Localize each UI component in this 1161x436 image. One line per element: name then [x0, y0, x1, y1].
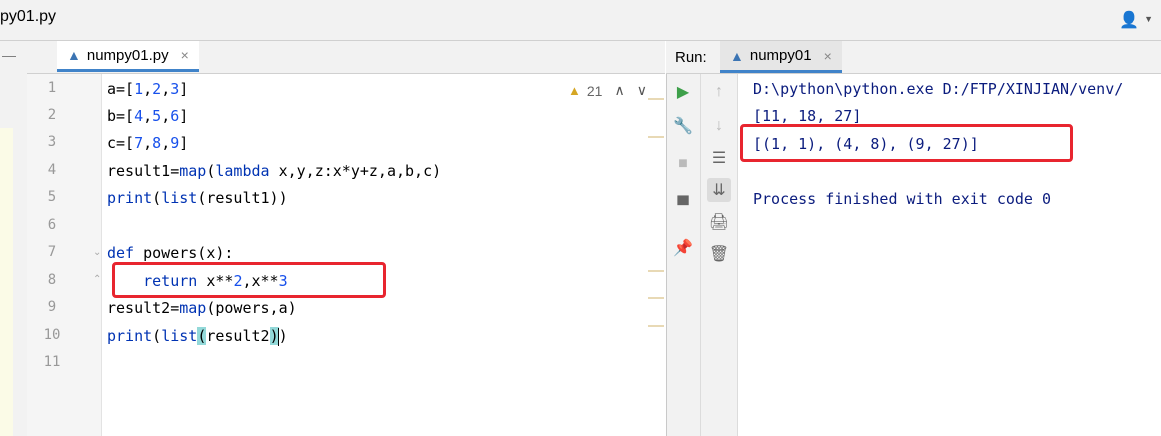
- line-number: 7: [47, 244, 57, 260]
- next-highlight-button[interactable]: ∨: [637, 82, 647, 99]
- scroll-marker[interactable]: [648, 98, 664, 100]
- line-number: 1: [47, 80, 57, 96]
- run-toolbar-primary: ▶ 🔧 ■ ▀ 📌: [667, 74, 701, 436]
- code-line-2: b=[4,5,6]: [107, 107, 189, 125]
- code-line-5: print(list(result1)): [107, 189, 288, 207]
- left-highlight-band: [0, 128, 13, 436]
- code-line-10: print(list(result2)): [107, 327, 288, 346]
- wrench-icon[interactable]: 🔧: [671, 114, 695, 138]
- output-line-1: [11, 18, 27]: [753, 107, 862, 125]
- code-line-9: result2=map(powers,a): [107, 299, 297, 317]
- line-number: 2: [47, 107, 57, 123]
- trash-icon[interactable]: 🗑: [707, 242, 731, 266]
- print-icon[interactable]: 🖨: [707, 210, 731, 234]
- warning-icon: ▲: [568, 83, 581, 98]
- title-bar: [0, 0, 1161, 41]
- code-line-3: c=[7,8,9]: [107, 134, 189, 152]
- line-number: 8: [47, 272, 57, 288]
- code-line-1: a=[1,2,3]: [107, 80, 189, 98]
- scroll-marker[interactable]: [648, 325, 664, 327]
- line-number: 4: [47, 162, 57, 178]
- line-number: 9: [47, 299, 57, 315]
- line-number: 3: [47, 134, 57, 150]
- annotation-box-return: [112, 262, 386, 298]
- scroll-marker[interactable]: [648, 297, 664, 299]
- run-label: Run:: [675, 49, 707, 66]
- soft-wrap-icon[interactable]: ☰: [707, 146, 731, 170]
- fold-end-icon[interactable]: ⌃: [93, 274, 101, 285]
- scroll-marker[interactable]: [648, 136, 664, 138]
- code-line-4: result1=map(lambda x,y,z:x*y+z,a,b,c): [107, 162, 442, 180]
- arrow-up-icon[interactable]: ↑: [707, 80, 731, 104]
- chevron-down-icon[interactable]: ▼: [1144, 14, 1153, 24]
- line-number: 6: [47, 217, 57, 233]
- annotation-box-output: [740, 124, 1073, 162]
- line-number: 11: [43, 354, 61, 370]
- python-icon: ▲: [730, 47, 744, 64]
- code-editor[interactable]: a=[1,2,3] b=[4,5,6] c=[7,8,9] result1=ma…: [102, 74, 665, 436]
- tab-numpy01-py[interactable]: ▲ numpy01.py ×: [57, 41, 199, 72]
- stop-icon[interactable]: ■: [671, 152, 695, 176]
- output-command: D:\python\python.exe D:/FTP/XINJIAN/venv…: [753, 80, 1124, 98]
- line-number: 10: [43, 327, 61, 343]
- navigation-file-title[interactable]: py01.py: [0, 8, 56, 26]
- tab-label: numpy01.py: [86, 46, 169, 64]
- warning-count: 21: [586, 82, 603, 99]
- scroll-to-end-icon[interactable]: ⇊: [707, 178, 731, 202]
- close-icon[interactable]: ×: [824, 48, 832, 64]
- python-file-icon: ▲: [67, 47, 81, 63]
- arrow-down-icon[interactable]: ↓: [707, 114, 731, 138]
- editor-tab-bar: ▲ numpy01.py ×: [27, 41, 665, 74]
- previous-highlight-button[interactable]: ∧: [614, 82, 624, 99]
- run-tab-numpy01[interactable]: ▲ numpy01 ×: [720, 41, 842, 73]
- pin-icon[interactable]: 📌: [671, 236, 695, 260]
- inspection-widget[interactable]: ▲ 21 ∧ ∨: [568, 82, 647, 99]
- layout-icon[interactable]: ▀: [671, 194, 695, 218]
- rerun-icon[interactable]: ▶: [671, 80, 695, 104]
- output-exit: Process finished with exit code 0: [753, 190, 1052, 208]
- run-tab-label: numpy01: [749, 47, 812, 64]
- collapse-icon[interactable]: —: [2, 47, 16, 63]
- scroll-marker[interactable]: [648, 270, 664, 272]
- user-icon[interactable]: 👤: [1119, 10, 1139, 30]
- line-number: 5: [47, 189, 57, 205]
- run-toolbar-secondary: ↑ ↓ ☰ ⇊ 🖨 🗑: [701, 74, 738, 436]
- fold-start-icon[interactable]: ⌄: [93, 247, 101, 258]
- close-icon[interactable]: ×: [181, 47, 189, 63]
- line-number-gutter: 1 2 3 4 5 6 7 8 9 10 11 ⌄ ⌃: [27, 74, 102, 436]
